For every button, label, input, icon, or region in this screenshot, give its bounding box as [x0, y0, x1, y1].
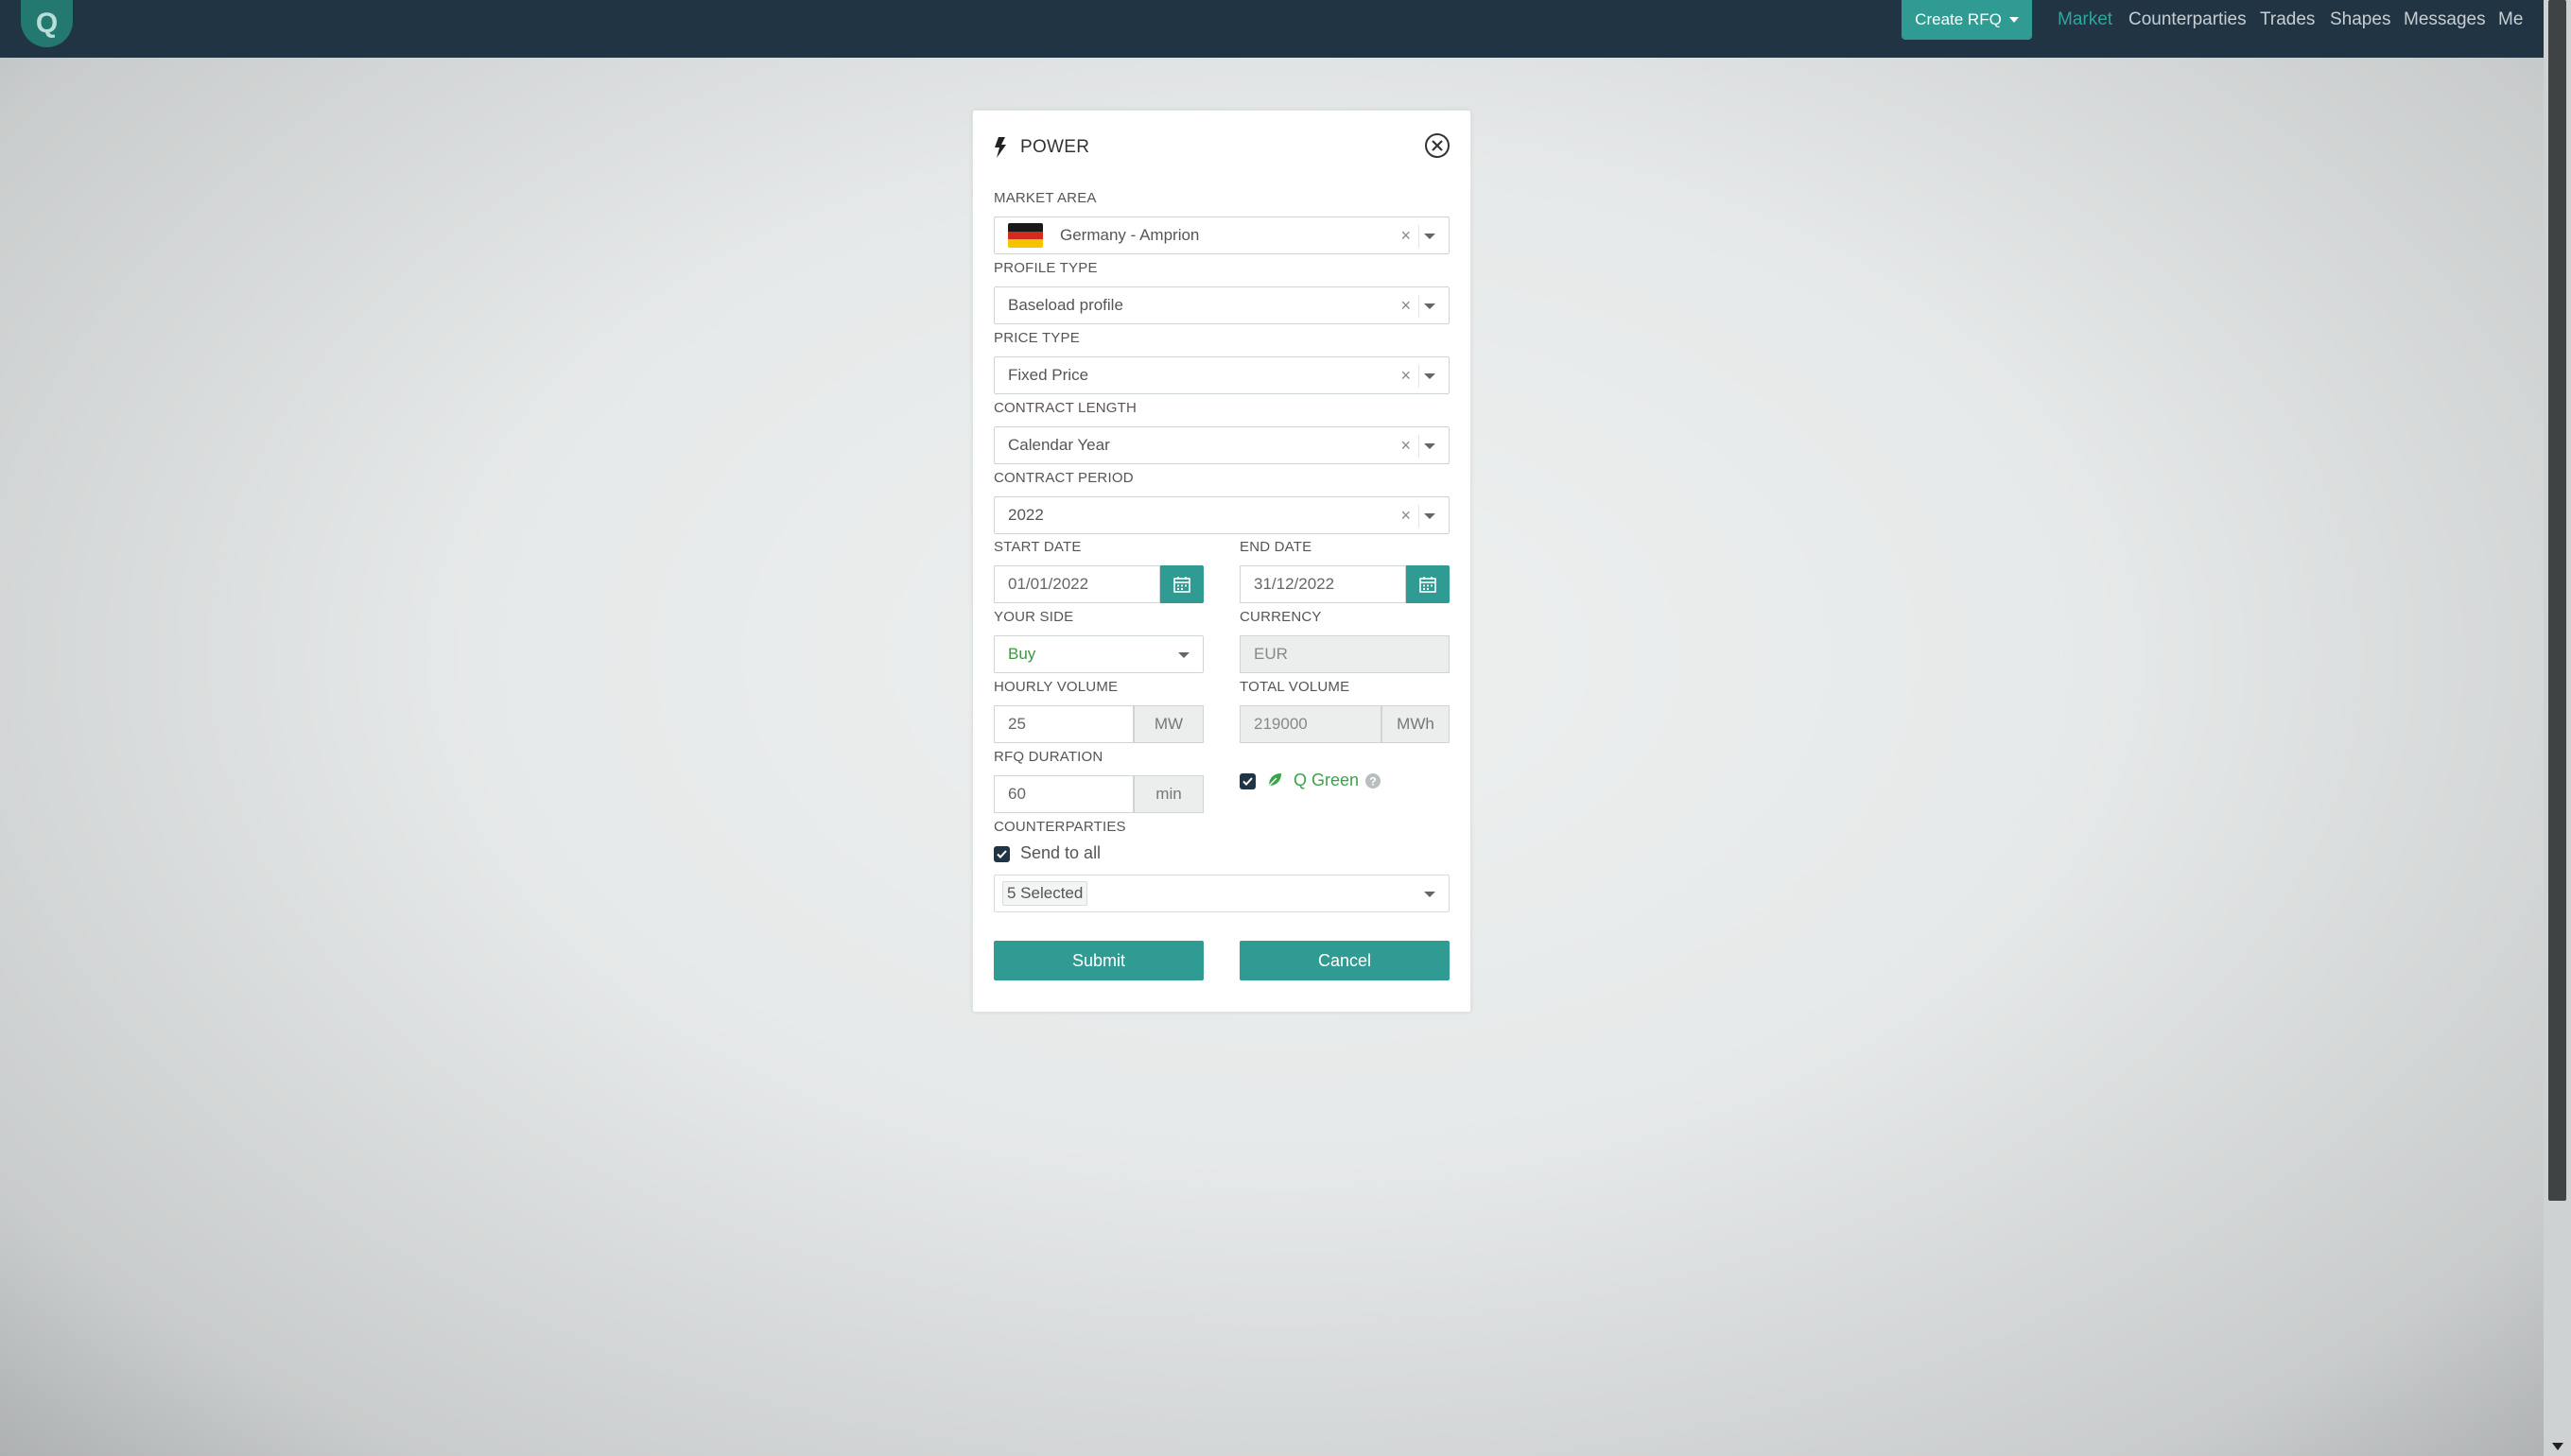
leaf-icon	[1268, 773, 1281, 787]
end-date-label: END DATE	[1240, 539, 1312, 555]
total-volume-input: 219000	[1240, 705, 1381, 743]
hourly-volume-label: HOURLY VOLUME	[994, 679, 1119, 695]
market-area-label: MARKET AREA	[994, 190, 1097, 206]
profile-type-value: Baseload profile	[1008, 296, 1123, 314]
clear-icon[interactable]: ×	[1400, 226, 1411, 246]
price-type-select[interactable]: Fixed Price ×	[994, 356, 1450, 394]
counterparties-label: COUNTERPARTIES	[994, 819, 1126, 835]
caret-down-icon	[2008, 17, 2019, 23]
nav-counterparties[interactable]: Counterparties	[2128, 9, 2247, 32]
calendar-icon	[1419, 577, 1436, 593]
start-date-label: START DATE	[994, 539, 1082, 555]
chevron-down-icon[interactable]	[1424, 303, 1435, 309]
contract-period-select[interactable]: 2022 ×	[994, 496, 1450, 534]
scroll-down-arrow-icon[interactable]	[2552, 1443, 2563, 1450]
select-divider	[1418, 435, 1419, 458]
select-divider	[1418, 505, 1419, 528]
page-scrollbar[interactable]	[2544, 0, 2571, 1456]
select-divider	[1418, 225, 1419, 248]
app-logo[interactable]: Q	[21, 0, 73, 47]
create-rfq-button[interactable]: Create RFQ	[1902, 0, 2032, 40]
chevron-down-icon[interactable]	[1178, 652, 1190, 658]
profile-type-select[interactable]: Baseload profile ×	[994, 286, 1450, 324]
contract-period-value: 2022	[1008, 506, 1044, 524]
chevron-down-icon[interactable]	[1424, 892, 1435, 897]
end-date-input[interactable]: 31/12/2022	[1240, 565, 1406, 603]
total-volume-unit: MWh	[1381, 705, 1450, 743]
rfq-duration-unit: min	[1134, 775, 1204, 813]
currency-label: CURRENCY	[1240, 609, 1322, 625]
hourly-volume-unit: MW	[1134, 705, 1204, 743]
contract-period-label: CONTRACT PERIOD	[994, 470, 1134, 486]
logo-letter: Q	[35, 8, 59, 39]
chevron-down-icon[interactable]	[1424, 443, 1435, 449]
modal-header: POWER	[994, 133, 1089, 162]
rfq-duration-label: RFQ DURATION	[994, 749, 1103, 765]
nav-me[interactable]: Me	[2498, 9, 2523, 32]
selected-count-chip: 5 Selected	[1002, 881, 1088, 906]
modal-title: POWER	[1020, 137, 1090, 157]
check-icon	[997, 850, 1007, 858]
market-area-select[interactable]: Germany - Amprion ×	[994, 217, 1450, 254]
q-green-label[interactable]: Q Green	[1294, 771, 1359, 790]
chevron-down-icon[interactable]	[1424, 513, 1435, 519]
select-divider	[1418, 295, 1419, 318]
rfq-duration-input[interactable]: 60	[994, 775, 1134, 813]
chevron-down-icon[interactable]	[1424, 373, 1435, 379]
end-date-calendar-button[interactable]	[1406, 565, 1450, 603]
cancel-button[interactable]: Cancel	[1240, 941, 1450, 980]
nav-messages[interactable]: Messages	[2404, 9, 2486, 32]
your-side-value: Buy	[1008, 645, 1036, 663]
send-to-all-checkbox[interactable]	[994, 846, 1010, 862]
your-side-label: YOUR SIDE	[994, 609, 1074, 625]
nav-market[interactable]: Market	[2058, 9, 2112, 32]
contract-length-value: Calendar Year	[1008, 436, 1110, 454]
start-date-calendar-button[interactable]	[1160, 565, 1204, 603]
clear-icon[interactable]: ×	[1400, 296, 1411, 316]
check-icon	[1242, 777, 1253, 786]
total-volume-label: TOTAL VOLUME	[1240, 679, 1350, 695]
contract-length-select[interactable]: Calendar Year ×	[994, 426, 1450, 464]
germany-flag-icon	[1008, 223, 1043, 248]
start-date-input[interactable]: 01/01/2022	[994, 565, 1160, 603]
scroll-thumb[interactable]	[2548, 0, 2566, 1201]
counterparties-select[interactable]: 5 Selected	[994, 875, 1450, 912]
your-side-select[interactable]: Buy	[994, 635, 1204, 673]
chevron-down-icon[interactable]	[1424, 234, 1435, 239]
nav-shapes[interactable]: Shapes	[2330, 9, 2390, 32]
select-divider	[1418, 365, 1419, 388]
market-area-value: Germany - Amprion	[1060, 226, 1200, 244]
svg-text:?: ?	[1369, 775, 1376, 789]
contract-length-label: CONTRACT LENGTH	[994, 400, 1138, 416]
power-rfq-modal: POWER MARKET AREA Germany - Amprion × PR…	[972, 110, 1471, 1013]
bolt-icon	[995, 137, 1006, 158]
price-type-value: Fixed Price	[1008, 366, 1089, 384]
top-navbar: Q Create RFQ Market Counterparties Trade…	[0, 0, 2544, 58]
submit-button[interactable]: Submit	[994, 941, 1204, 980]
currency-input: EUR	[1240, 635, 1450, 673]
calendar-icon	[1173, 577, 1190, 593]
price-type-label: PRICE TYPE	[994, 330, 1080, 346]
clear-icon[interactable]: ×	[1400, 366, 1411, 386]
profile-type-label: PROFILE TYPE	[994, 260, 1098, 276]
q-green-checkbox[interactable]	[1240, 773, 1256, 789]
nav-trades[interactable]: Trades	[2260, 9, 2315, 32]
clear-icon[interactable]: ×	[1400, 506, 1411, 526]
create-rfq-label: Create RFQ	[1915, 10, 2002, 28]
clear-icon[interactable]: ×	[1400, 436, 1411, 456]
hourly-volume-input[interactable]: 25	[994, 705, 1134, 743]
question-circle-icon[interactable]: ?	[1364, 772, 1381, 789]
close-circle-icon[interactable]	[1423, 131, 1451, 160]
send-to-all-label[interactable]: Send to all	[1020, 843, 1101, 863]
